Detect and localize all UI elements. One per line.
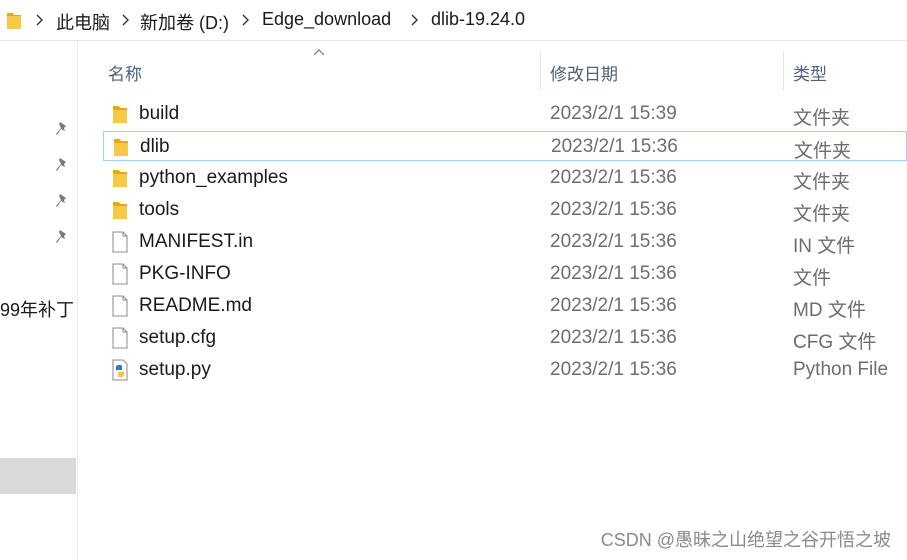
folder-icon [7, 13, 21, 29]
file-row[interactable]: README.md 2023/2/1 15:36 MD 文件 [103, 291, 907, 321]
breadcrumb-this-pc[interactable]: 此电脑 [56, 9, 110, 35]
nav-item-partial[interactable]: 99年补丁 [0, 296, 74, 322]
file-row[interactable]: tools 2023/2/1 15:36 文件夹 [103, 195, 907, 225]
file-icon [112, 231, 128, 253]
file-date: 2023/2/1 15:36 [550, 327, 677, 348]
file-date: 2023/2/1 15:36 [550, 359, 677, 380]
column-divider[interactable] [783, 52, 784, 90]
file-date: 2023/2/1 15:36 [551, 136, 678, 157]
file-row[interactable]: setup.py 2023/2/1 15:36 Python File [103, 355, 907, 385]
file-row[interactable]: build 2023/2/1 15:39 文件夹 [103, 99, 907, 129]
file-date: 2023/2/1 15:36 [550, 263, 677, 284]
file-row[interactable]: setup.cfg 2023/2/1 15:36 CFG 文件 [103, 323, 907, 353]
file-type: 文件夹 [794, 141, 852, 162]
file-type: 文件夹 [793, 108, 851, 129]
file-type: CFG 文件 [793, 332, 877, 353]
file-name: PKG-INFO [139, 263, 231, 284]
chevron-right-icon[interactable] [34, 14, 44, 26]
folder-icon [113, 106, 127, 123]
navigation-pane[interactable]: 99年补丁 [0, 41, 78, 560]
file-row[interactable]: python_examples 2023/2/1 15:36 文件夹 [103, 163, 907, 193]
file-date: 2023/2/1 15:36 [550, 167, 677, 188]
folder-icon [113, 170, 127, 187]
sort-ascending-icon [313, 49, 325, 56]
folder-icon [113, 202, 127, 219]
file-type: 文件夹 [793, 204, 851, 225]
file-type: 文件夹 [793, 172, 851, 193]
pin-icon[interactable] [55, 157, 69, 173]
breadcrumb-drive-d[interactable]: 新加卷 (D:) [140, 9, 229, 35]
file-icon [112, 327, 128, 349]
file-date: 2023/2/1 15:36 [550, 231, 677, 252]
pin-icon[interactable] [55, 193, 69, 209]
file-date: 2023/2/1 15:39 [550, 103, 677, 124]
file-type: IN 文件 [793, 236, 856, 257]
file-name: tools [139, 199, 180, 220]
file-type: MD 文件 [793, 300, 866, 321]
file-type: Python File [793, 359, 889, 380]
file-type: 文件 [793, 268, 832, 289]
file-date: 2023/2/1 15:36 [550, 295, 677, 316]
python-file-icon [112, 359, 128, 381]
breadcrumb-edge-download[interactable]: Edge_download [262, 9, 391, 30]
nav-item-selected[interactable] [0, 458, 76, 494]
chevron-right-icon[interactable] [240, 14, 250, 26]
file-name: dlib [140, 136, 170, 157]
file-date: 2023/2/1 15:36 [550, 199, 677, 220]
file-name: python_examples [139, 167, 288, 188]
file-name: README.md [139, 295, 252, 316]
file-name: MANIFEST.in [139, 231, 254, 252]
chevron-right-icon[interactable] [120, 14, 130, 26]
file-name: setup.py [139, 359, 211, 380]
column-divider[interactable] [540, 52, 541, 90]
column-header-type[interactable]: 类型 [793, 60, 827, 85]
column-header-modified[interactable]: 修改日期 [550, 60, 618, 85]
file-icon [112, 295, 128, 317]
file-row[interactable]: PKG-INFO 2023/2/1 15:36 文件 [103, 259, 907, 289]
column-header-name[interactable]: 名称 [108, 60, 142, 85]
file-row-selected[interactable]: dlib 2023/2/1 15:36 文件夹 [103, 131, 907, 162]
pin-icon[interactable] [55, 121, 69, 137]
address-bar[interactable]: 此电脑 新加卷 (D:) Edge_download dlib-19.24.0 [0, 0, 907, 41]
pin-icon[interactable] [55, 229, 69, 245]
file-row[interactable]: MANIFEST.in 2023/2/1 15:36 IN 文件 [103, 227, 907, 257]
file-name: build [139, 103, 180, 124]
file-icon [112, 263, 128, 285]
chevron-right-icon[interactable] [409, 14, 419, 26]
folder-icon [114, 139, 128, 156]
breadcrumb-dlib[interactable]: dlib-19.24.0 [431, 9, 525, 30]
watermark: CSDN @愚昧之山绝望之谷开悟之坡 [600, 530, 891, 550]
file-name: setup.cfg [139, 327, 217, 348]
